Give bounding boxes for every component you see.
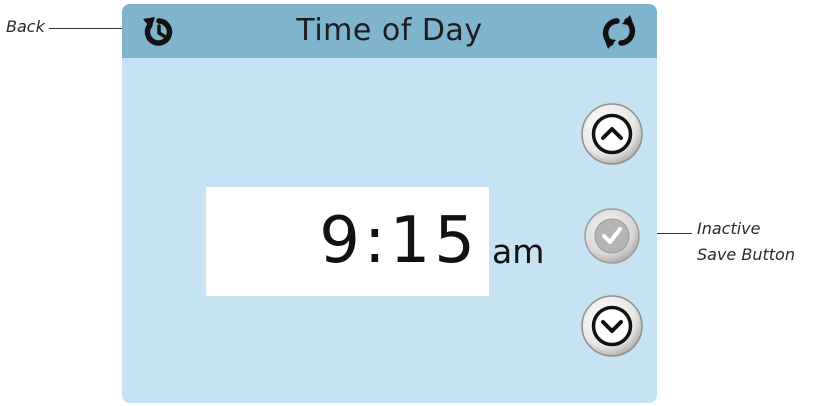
back-button[interactable] xyxy=(138,12,178,52)
time-display: 9:15 xyxy=(206,187,489,296)
decrease-button[interactable] xyxy=(580,294,644,358)
chevron-down-icon xyxy=(581,295,643,357)
back-callout-line xyxy=(49,28,132,29)
page-title: Time of Day xyxy=(296,13,483,48)
back-icon xyxy=(143,17,173,46)
screen: Back Inactive Save Button Time of Day 9:… xyxy=(0,0,815,406)
refresh-icon xyxy=(602,15,636,49)
chevron-up-icon xyxy=(581,103,643,165)
save-callout-label-line2: Save Button xyxy=(697,245,795,264)
back-callout-label: Back xyxy=(6,17,45,36)
save-button[interactable] xyxy=(580,204,644,268)
time-value: 9:15 xyxy=(319,204,479,278)
time-of-day-panel: Time of Day 9:15 am xyxy=(122,4,657,403)
time-period: am xyxy=(492,232,545,271)
save-callout-label-line1: Inactive xyxy=(697,219,761,238)
checkmark-icon xyxy=(584,208,640,264)
title-bar: Time of Day xyxy=(122,4,657,58)
increase-button[interactable] xyxy=(580,102,644,166)
refresh-button[interactable] xyxy=(597,12,641,52)
